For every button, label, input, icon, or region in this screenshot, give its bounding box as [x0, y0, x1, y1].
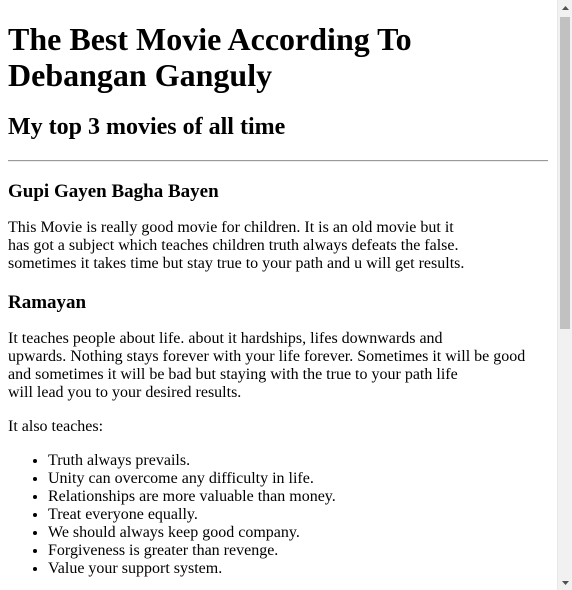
divider	[8, 160, 548, 162]
list-item: We should always keep good company.	[48, 524, 548, 542]
also-teaches-label: It also teaches:	[8, 418, 104, 435]
vertical-scrollbar[interactable]	[557, 0, 572, 590]
movie-description-1: This Movie is really good movie for chil…	[8, 219, 465, 272]
list-item: Treat everyone equally.	[48, 506, 548, 524]
page-title: The Best Movie According To Debangan Gan…	[8, 21, 412, 93]
scrollbar-thumb[interactable]	[560, 17, 570, 329]
movie-description-2: It teaches people about life. about it h…	[8, 330, 526, 401]
movie-title-2: Ramayan	[8, 292, 87, 313]
list-item: Forgiveness is greater than revenge.	[48, 542, 548, 560]
list-item: Truth always prevails.	[48, 452, 548, 470]
page-content: The Best Movie According To Debangan Gan…	[8, 0, 548, 578]
list-item: Relationships are more valuable than mon…	[48, 488, 548, 506]
movie-title-1: Gupi Gayen Bagha Bayen	[8, 181, 219, 202]
page-subtitle: My top 3 movies of all time	[8, 114, 286, 140]
scroll-up-arrow-icon[interactable]	[558, 0, 572, 15]
browser-viewport: The Best Movie According To Debangan Gan…	[0, 0, 572, 590]
scroll-down-arrow-icon[interactable]	[558, 575, 572, 590]
list-item: Unity can overcome any difficulty in lif…	[48, 470, 548, 488]
list-item: Value your support system.	[48, 560, 548, 578]
lessons-list: Truth always prevails. Unity can overcom…	[8, 452, 548, 578]
